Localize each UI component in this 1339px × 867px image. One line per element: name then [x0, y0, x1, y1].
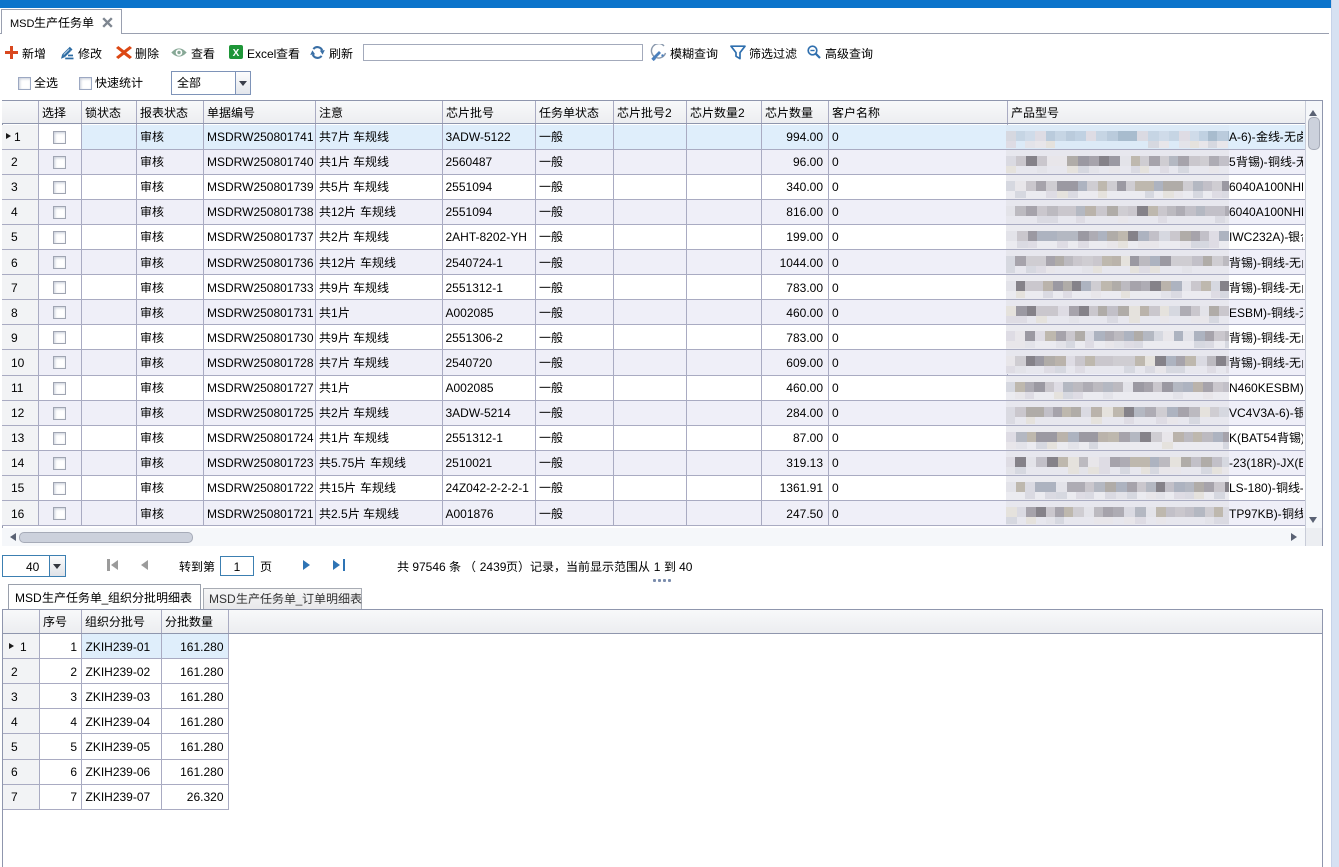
svg-text:X: X — [233, 48, 240, 59]
